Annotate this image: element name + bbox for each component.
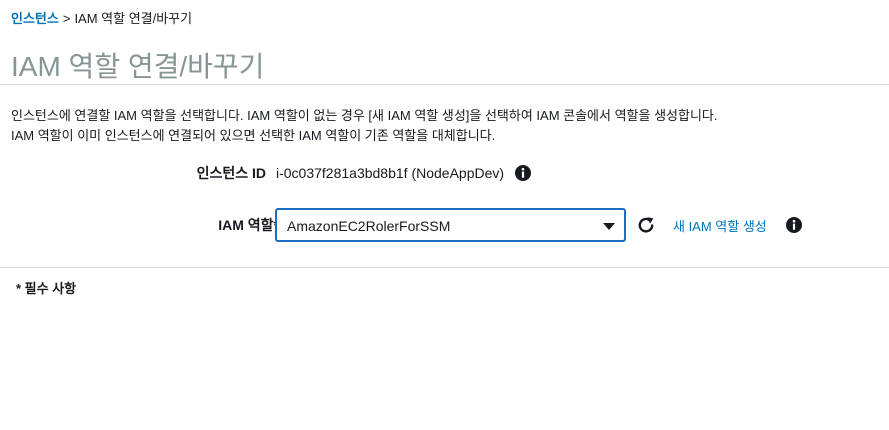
- page-title: IAM 역할 연결/바꾸기: [11, 51, 265, 82]
- refresh-roles-button[interactable]: [636, 215, 656, 235]
- instance-id-label: 인스턴스 ID: [196, 165, 266, 181]
- required-fields-note: * 필수 사항: [16, 281, 77, 296]
- instance-id-value: i-0c037f281a3bd8b1f (NodeAppDev): [276, 165, 505, 181]
- iam-role-select[interactable]: AmazonEC2RolerForSSM: [276, 209, 625, 241]
- iam-role-info-icon[interactable]: [785, 216, 803, 234]
- iam-role-selected-value: AmazonEC2RolerForSSM: [287, 218, 451, 234]
- breadcrumb-current: IAM 역할 연결/바꾸기: [74, 11, 193, 26]
- description-line-1: 인스턴스에 연결할 IAM 역할을 선택합니다. IAM 역할이 없는 경우 […: [11, 108, 718, 123]
- create-iam-role-link[interactable]: 새 IAM 역할 생성: [673, 218, 767, 236]
- title-divider: [0, 84, 889, 85]
- iam-role-label: IAM 역할*: [218, 217, 279, 233]
- attach-iam-role-page: 인스턴스 > IAM 역할 연결/바꾸기 IAM 역할 연결/바꾸기 인스턴스에 연…: [0, 0, 889, 430]
- instance-id-info-icon[interactable]: [514, 164, 532, 182]
- breadcrumb: 인스턴스 > IAM 역할 연결/바꾸기: [11, 10, 192, 28]
- page-description: 인스턴스에 연결할 IAM 역할을 선택합니다. IAM 역할이 없는 경우 […: [11, 106, 718, 146]
- refresh-icon: [638, 217, 654, 233]
- section-divider: [0, 267, 889, 268]
- description-line-2: IAM 역할이 이미 인스턴스에 연결되어 있으면 선택한 IAM 역할이 기존…: [11, 128, 496, 143]
- breadcrumb-instances-link[interactable]: 인스턴스: [11, 11, 59, 26]
- caret-down-icon: [603, 223, 615, 230]
- breadcrumb-separator: >: [62, 11, 71, 26]
